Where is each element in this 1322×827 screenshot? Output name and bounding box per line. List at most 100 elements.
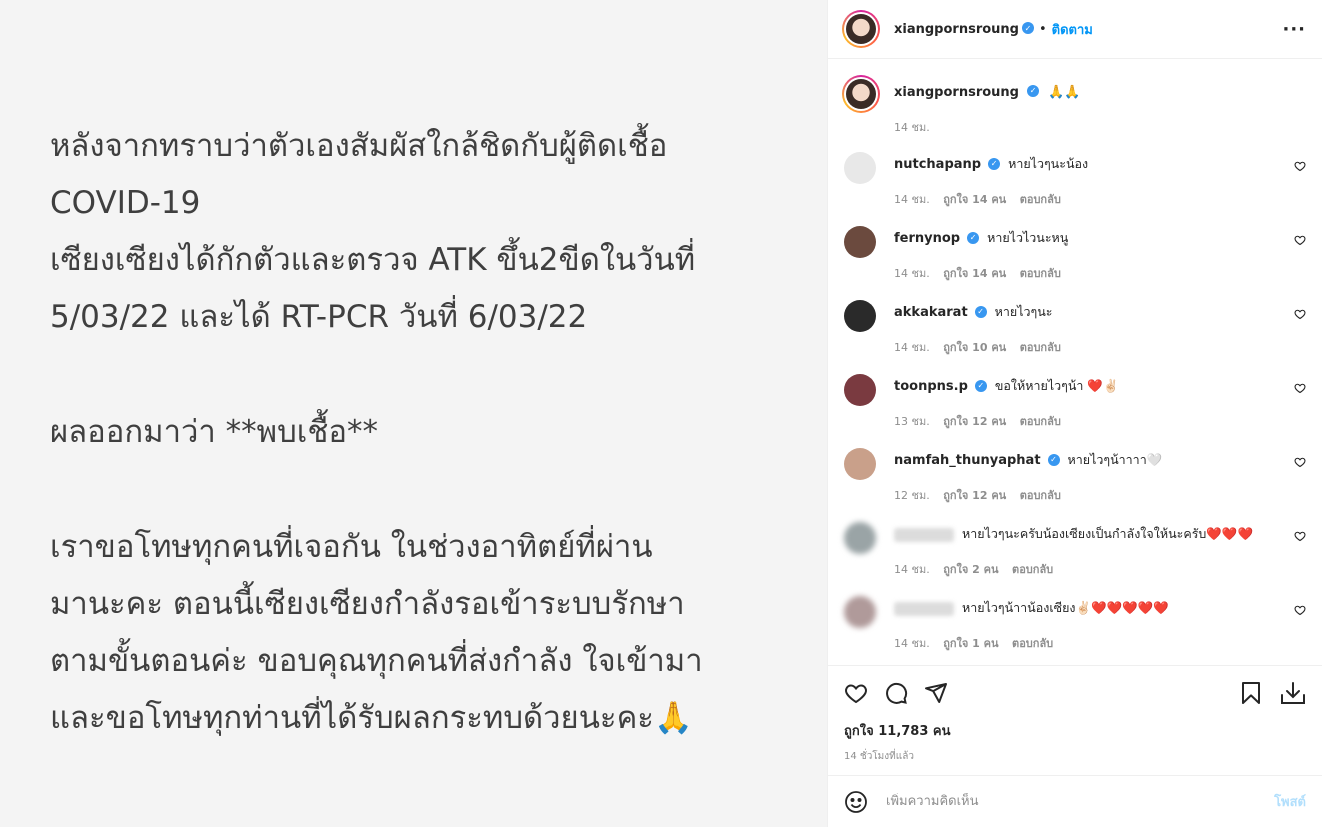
post-text-line: หลังจากทราบว่าตัวเองสัมผัสใกล้ชิดกับผู้ต… — [50, 128, 668, 164]
reply-button[interactable]: ตอบกลับ — [1012, 637, 1053, 650]
post-actions: ถูกใจ 11,783 คน 14 ชั่วโมงที่แล้ว — [828, 665, 1322, 775]
post-text-line: และขอโทษทุกท่านที่ได้รับผลกระทบด้วยนะคะ🙏 — [50, 700, 693, 736]
post-text-line: COVID-19 — [50, 185, 201, 221]
commenter-avatar[interactable] — [844, 522, 876, 554]
comment-time: 14 ชม. — [894, 193, 930, 206]
comment-time: 12 ชม. — [894, 489, 930, 502]
commenter-avatar[interactable] — [844, 448, 876, 480]
comment-text: หายไวๆน้าาน้องเซียง✌🏻❤️❤️❤️❤️❤️ — [961, 600, 1169, 615]
commenter-avatar[interactable] — [844, 596, 876, 628]
verified-icon: ✓ — [988, 157, 1001, 170]
comment-like-heart-icon[interactable] — [1294, 530, 1306, 542]
like-count[interactable]: ถูกใจ 11,783 คน — [844, 720, 1306, 741]
caption-time: 14 ชม. — [894, 121, 930, 134]
comment-item: toonpns.p ✓ ขอให้หายไวๆน้า ❤️✌🏻 13 ชม. ถ… — [842, 374, 1306, 432]
reply-button[interactable]: ตอบกลับ — [1012, 563, 1053, 576]
reply-button[interactable]: ตอบกลับ — [1020, 341, 1061, 354]
add-comment-bar: โพสต์ — [828, 775, 1322, 827]
comment-like-heart-icon[interactable] — [1294, 382, 1306, 394]
comment-text: หายไวไวนะหนู — [987, 230, 1069, 245]
separator: • — [1038, 21, 1047, 37]
comment-text: หายไวๆนะครับน้องเซียงเป็นกำลังใจให้นะครั… — [961, 526, 1254, 541]
emoji-icon[interactable] — [844, 790, 868, 814]
commenter-username[interactable]: nutchapanp — [894, 157, 981, 172]
post-text-line: ตามขั้นตอนค่ะ ขอบคุณทุกคนที่ส่งกำลัง ใจเ… — [50, 643, 703, 679]
commenter-avatar[interactable] — [844, 226, 876, 258]
comment-likes[interactable]: ถูกใจ 14 คน — [943, 193, 1006, 206]
comment-icon[interactable] — [884, 681, 908, 705]
comment-text: หายไวๆน้าาาา🤍 — [1067, 452, 1163, 467]
caption-text: 🙏🙏 — [1048, 85, 1081, 100]
caption-avatar[interactable] — [842, 75, 880, 113]
comment-item: หายไวๆนะครับน้องเซียงเป็นกำลังใจให้นะครั… — [842, 522, 1306, 580]
post-text: หลังจากทราบว่าตัวเองสัมผัสใกล้ชิดกับผู้ต… — [50, 118, 790, 747]
verified-icon: ✓ — [1021, 22, 1034, 34]
comment-time: 14 ชม. — [894, 341, 930, 354]
verified-icon: ✓ — [967, 231, 980, 244]
commenter-username[interactable]: namfah_thunyaphat — [894, 453, 1041, 468]
caption-username[interactable]: xiangpornsroung — [894, 85, 1019, 100]
caption: xiangpornsroung ✓ 🙏🙏 14 ชม. — [842, 75, 1306, 136]
post-comment-button[interactable]: โพสต์ — [1274, 791, 1306, 812]
more-options-icon[interactable]: ··· — [1282, 19, 1306, 40]
commenter-avatar[interactable] — [844, 152, 876, 184]
comment-text: หายไวๆนะ — [994, 304, 1053, 319]
comment-text: ขอให้หายไวๆน้า ❤️✌🏻 — [994, 378, 1119, 393]
post-text-line: ผลออกมาว่า **พบเชื้อ** — [50, 414, 379, 450]
reply-button[interactable]: ตอบกลับ — [1020, 193, 1061, 206]
verified-icon: ✓ — [1027, 84, 1040, 97]
share-send-icon[interactable] — [924, 681, 948, 705]
comment-like-heart-icon[interactable] — [1294, 604, 1306, 616]
commenter-username[interactable]: toonpns.p — [894, 379, 968, 394]
comment-likes[interactable]: ถูกใจ 12 คน — [943, 415, 1006, 428]
follow-button[interactable]: ติดตาม — [1052, 19, 1093, 40]
comment-item: nutchapanp ✓ หายไวๆนะน้อง 14 ชม. ถูกใจ 1… — [842, 152, 1306, 210]
comments-list[interactable]: xiangpornsroung ✓ 🙏🙏 14 ชม. nutchapanp ✓… — [828, 59, 1322, 665]
comment-time: 14 ชม. — [894, 267, 930, 280]
comment-likes[interactable]: ถูกใจ 14 คน — [943, 267, 1006, 280]
comment-likes[interactable]: ถูกใจ 10 คน — [943, 341, 1006, 354]
post-modal: หลังจากทราบว่าตัวเองสัมผัสใกล้ชิดกับผู้ต… — [0, 0, 1322, 827]
comment-input[interactable] — [884, 793, 1275, 810]
reply-button[interactable]: ตอบกลับ — [1020, 489, 1061, 502]
comment-item: หายไวๆน้าาน้องเซียง✌🏻❤️❤️❤️❤️❤️ 14 ชม. ถ… — [842, 596, 1306, 654]
author-username[interactable]: xiangpornsroung — [894, 22, 1019, 37]
comment-likes[interactable]: ถูกใจ 1 คน — [943, 637, 998, 650]
comment-time: 14 ชม. — [894, 563, 930, 576]
commenter-avatar[interactable] — [844, 374, 876, 406]
post-text-line: เราขอโทษทุกคนที่เจอกัน ในช่วงอาทิตย์ที่ผ… — [50, 529, 653, 565]
comment-like-heart-icon[interactable] — [1294, 234, 1306, 246]
comment-item: akkakarat ✓ หายไวๆนะ 14 ชม. ถูกใจ 10 คน … — [842, 300, 1306, 358]
like-heart-icon[interactable] — [844, 681, 868, 705]
reply-button[interactable]: ตอบกลับ — [1020, 267, 1061, 280]
verified-icon: ✓ — [1047, 453, 1060, 466]
comment-time: 14 ชม. — [894, 637, 930, 650]
post-time: 14 ชั่วโมงที่แล้ว — [844, 751, 914, 762]
comment-like-heart-icon[interactable] — [1294, 160, 1306, 172]
post-text-line: มานะคะ ตอนนี้เซียงเซียงกำลังรอเข้าระบบรั… — [50, 586, 685, 622]
comment-text: หายไวๆนะน้อง — [1008, 156, 1089, 171]
comment-item: fernynop ✓ หายไวไวนะหนู 14 ชม. ถูกใจ 14 … — [842, 226, 1306, 284]
reply-button[interactable]: ตอบกลับ — [1020, 415, 1061, 428]
blurred-username — [894, 527, 954, 542]
post-sidebar: xiangpornsroung ✓ • ติดตาม ··· xiangporn… — [828, 0, 1322, 827]
download-icon[interactable] — [1280, 681, 1306, 705]
post-text-line: 5/03/22 และได้ RT-PCR วันที่ 6/03/22 — [50, 299, 588, 335]
commenter-avatar[interactable] — [844, 300, 876, 332]
author-avatar[interactable] — [842, 10, 880, 48]
verified-icon: ✓ — [974, 379, 987, 392]
comment-time: 13 ชม. — [894, 415, 930, 428]
commenter-username[interactable]: akkakarat — [894, 305, 968, 320]
commenter-username[interactable]: fernynop — [894, 231, 960, 246]
comment-likes[interactable]: ถูกใจ 2 คน — [943, 563, 998, 576]
verified-icon: ✓ — [974, 305, 987, 318]
comment-likes[interactable]: ถูกใจ 12 คน — [943, 489, 1006, 502]
blurred-username — [894, 601, 954, 616]
comment-like-heart-icon[interactable] — [1294, 308, 1306, 320]
post-header: xiangpornsroung ✓ • ติดตาม ··· — [828, 0, 1322, 59]
post-text-line: เซียงเซียงได้กักตัวและตรวจ ATK ขึ้น2ขีดใ… — [50, 242, 696, 278]
post-image: หลังจากทราบว่าตัวเองสัมผัสใกล้ชิดกับผู้ต… — [0, 0, 828, 827]
comment-item: namfah_thunyaphat ✓ หายไวๆน้าาาา🤍 12 ชม.… — [842, 448, 1306, 506]
comment-like-heart-icon[interactable] — [1294, 456, 1306, 468]
bookmark-icon[interactable] — [1240, 681, 1262, 705]
